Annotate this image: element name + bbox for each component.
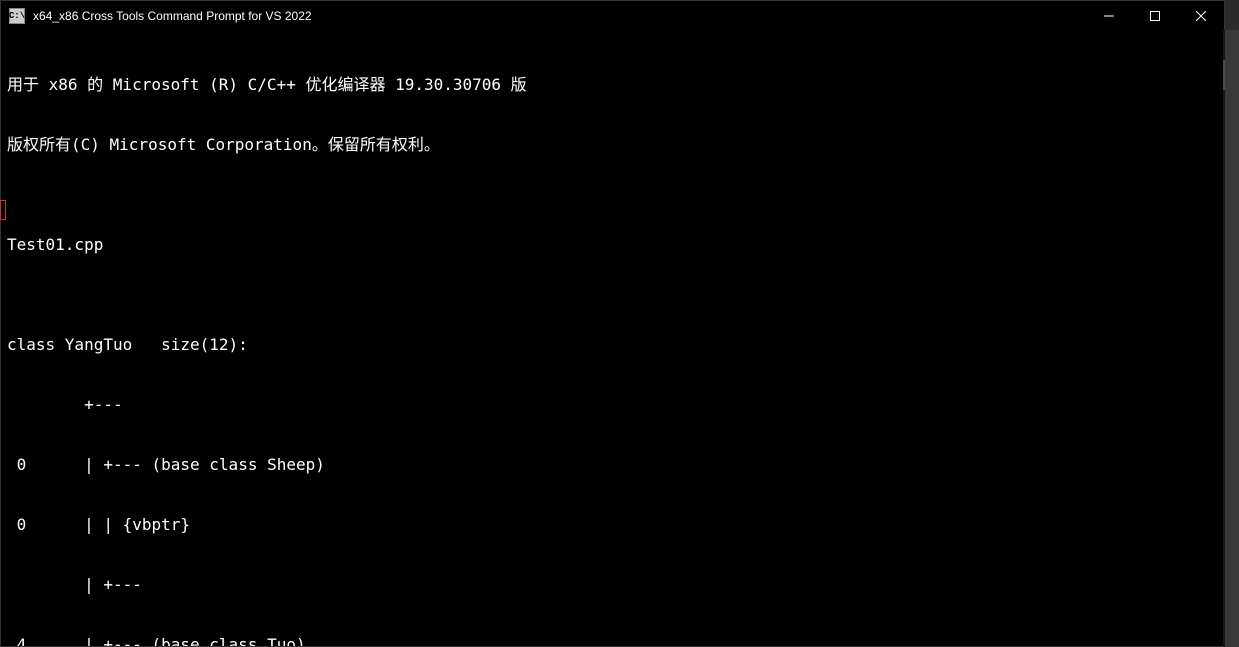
titlebar[interactable]: C:\ x64_x86 Cross Tools Command Prompt f… bbox=[1, 1, 1224, 31]
terminal-line: 用于 x86 的 Microsoft (R) C/C++ 优化编译器 19.30… bbox=[7, 75, 1218, 95]
minimize-button[interactable] bbox=[1086, 1, 1132, 31]
terminal-window: C:\ x64_x86 Cross Tools Command Prompt f… bbox=[0, 0, 1225, 647]
close-button[interactable] bbox=[1178, 1, 1224, 31]
terminal-line: +--- bbox=[7, 395, 1218, 415]
terminal-line: 4 | +--- (base class Tuo) bbox=[7, 635, 1218, 646]
terminal-output[interactable]: 用于 x86 的 Microsoft (R) C/C++ 优化编译器 19.30… bbox=[1, 31, 1224, 646]
maximize-button[interactable] bbox=[1132, 1, 1178, 31]
terminal-line: | +--- bbox=[7, 575, 1218, 595]
terminal-line: 0 | +--- (base class Sheep) bbox=[7, 455, 1218, 475]
terminal-line: 0 | | {vbptr} bbox=[7, 515, 1218, 535]
app-icon: C:\ bbox=[9, 8, 25, 24]
window-controls bbox=[1086, 1, 1224, 31]
terminal-line: 版权所有(C) Microsoft Corporation。保留所有权利。 bbox=[7, 135, 1218, 155]
window-title: x64_x86 Cross Tools Command Prompt for V… bbox=[33, 9, 1086, 23]
terminal-line: class YangTuo size(12): bbox=[7, 335, 1218, 355]
terminal-line: Test01.cpp bbox=[7, 235, 1218, 255]
left-edge-marker bbox=[0, 200, 6, 220]
right-edge-panel bbox=[1225, 30, 1239, 647]
